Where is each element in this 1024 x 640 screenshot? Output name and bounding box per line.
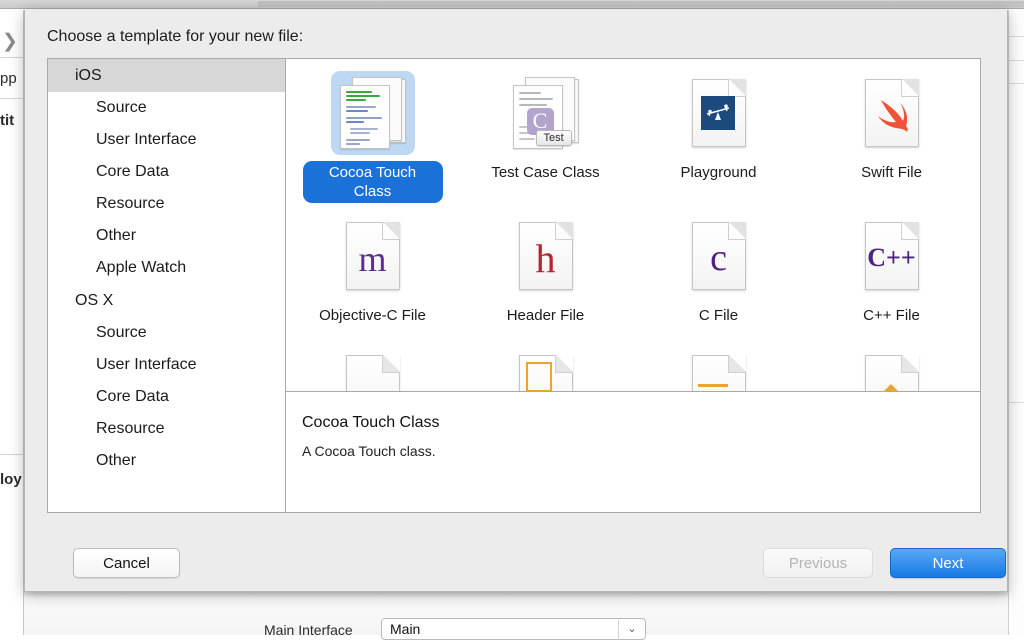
background-divider	[1008, 402, 1024, 403]
document-shape	[519, 355, 573, 392]
template-tile-playground[interactable]: Playground	[632, 69, 805, 212]
sidebar-item-ios-user-interface[interactable]: User Interface	[48, 124, 285, 156]
cpp-file-icon[interactable]: C++	[850, 214, 934, 298]
template-tile-partial[interactable]	[632, 355, 805, 392]
previous-button: Previous	[763, 548, 873, 578]
cocoa-touch-class-icon[interactable]	[331, 71, 415, 155]
header-glyph: h	[520, 239, 572, 279]
template-tile-test-case-class[interactable]: C Test Test Case Class	[459, 69, 632, 212]
test-case-glyph: C Test	[513, 75, 579, 151]
template-tile-label[interactable]: Header File	[498, 304, 594, 327]
document-shape: c	[692, 222, 746, 290]
sheet-drop-shadow	[24, 591, 1008, 598]
sidebar-item-ios-core-data[interactable]: Core Data	[48, 156, 285, 188]
document-shape: h	[519, 222, 573, 290]
test-case-class-icon[interactable]: C Test	[504, 71, 588, 155]
doc-front-layer: C Test	[513, 85, 563, 149]
template-right-column: Cocoa Touch Class	[286, 59, 980, 512]
doc-front-layer	[340, 85, 390, 149]
next-button[interactable]: Next	[890, 548, 1006, 578]
template-tile-partial[interactable]	[805, 355, 978, 392]
template-tile-label[interactable]: Objective-C File	[310, 304, 435, 327]
chevron-down-icon: ⌄	[625, 622, 639, 636]
template-tile-partial[interactable]	[459, 355, 632, 392]
header-file-icon[interactable]: h	[504, 214, 588, 298]
sidebar-item-ios-apple-watch[interactable]: Apple Watch	[48, 252, 285, 284]
background-chevron-icon: ❯	[2, 30, 26, 53]
document-shape	[865, 79, 919, 147]
sidebar-group-osx[interactable]: OS X	[48, 284, 285, 317]
template-tile-label[interactable]: C File	[690, 304, 747, 327]
sidebar-item-osx-user-interface[interactable]: User Interface	[48, 349, 285, 381]
background-divider	[1008, 60, 1024, 61]
cancel-button[interactable]: Cancel	[73, 548, 180, 578]
document-shape	[865, 355, 919, 392]
sidebar-item-osx-resource[interactable]: Resource	[48, 413, 285, 445]
background-right-panel	[1008, 10, 1024, 635]
document-shape	[692, 355, 746, 392]
new-file-template-dialog: Choose a template for your new file: iOS…	[24, 10, 1008, 592]
template-grid-row-clipped[interactable]	[286, 355, 980, 392]
description-title: Cocoa Touch Class	[302, 414, 980, 432]
main-interface-label: Main Interface	[264, 622, 353, 638]
c-file-icon[interactable]: c	[677, 214, 761, 298]
background-divider	[1008, 83, 1024, 84]
playground-icon[interactable]	[677, 71, 761, 155]
template-grid-row: m Objective-C File h Header File	[286, 212, 980, 355]
c-glyph: c	[693, 239, 745, 277]
sidebar-item-osx-core-data[interactable]: Core Data	[48, 381, 285, 413]
background-window-titlebar	[0, 0, 1024, 9]
sidebar-group-ios[interactable]: iOS	[48, 59, 285, 92]
sidebar-item-osx-source[interactable]: Source	[48, 317, 285, 349]
template-tile-partial[interactable]	[286, 355, 459, 392]
background-divider	[0, 454, 24, 455]
sidebar-item-ios-resource[interactable]: Resource	[48, 188, 285, 220]
background-left-panel: ❯ pp tit loy	[0, 10, 24, 635]
objc-glyph: m	[347, 241, 399, 277]
dialog-title: Choose a template for your new file:	[47, 28, 303, 46]
test-chip-label: Test	[536, 130, 572, 146]
template-tile-swift-file[interactable]: Swift File	[805, 69, 978, 212]
template-tile-c-file[interactable]: c C File	[632, 212, 805, 355]
template-chooser-frame: iOS Source User Interface Core Data Reso…	[47, 58, 981, 513]
swift-bird-glyph	[874, 94, 912, 134]
cpp-glyph: C++	[866, 245, 918, 271]
background-divider	[0, 57, 24, 58]
background-divider	[1008, 36, 1024, 37]
sidebar-item-osx-other[interactable]: Other	[48, 445, 285, 477]
template-tile-label[interactable]: C++ File	[854, 304, 929, 327]
template-tile-label[interactable]: Swift File	[852, 161, 931, 184]
template-grid[interactable]: Cocoa Touch Class	[286, 59, 980, 392]
template-tile-label[interactable]: Test Case Class	[482, 161, 608, 184]
template-grid-row: Cocoa Touch Class	[286, 69, 980, 212]
objective-c-file-icon[interactable]: m	[331, 214, 415, 298]
dropdown-separator	[618, 620, 619, 640]
template-tile-cpp-file[interactable]: C++ C++ File	[805, 212, 978, 355]
background-title-label-fragment: tit	[0, 112, 24, 129]
document-shape: C++	[865, 222, 919, 290]
description-body: A Cocoa Touch class.	[302, 443, 980, 459]
template-tile-header-file[interactable]: h Header File	[459, 212, 632, 355]
seesaw-svg	[705, 103, 731, 123]
swift-file-icon[interactable]	[850, 71, 934, 155]
template-tile-objective-c-file[interactable]: m Objective-C File	[286, 212, 459, 355]
template-tile-label[interactable]: Cocoa Touch Class	[303, 161, 443, 203]
template-tile-label[interactable]: Playground	[672, 161, 766, 184]
sidebar-item-ios-other[interactable]: Other	[48, 220, 285, 252]
platform-sidebar[interactable]: iOS Source User Interface Core Data Reso…	[48, 59, 286, 512]
stacked-source-files-glyph	[340, 75, 406, 151]
playground-seesaw-glyph	[701, 96, 735, 130]
background-app-label-fragment: pp	[0, 70, 24, 87]
titlebar-toolbar-strip	[258, 1, 1024, 7]
template-tile-cocoa-touch-class[interactable]: Cocoa Touch Class	[286, 69, 459, 212]
template-description-pane: Cocoa Touch Class A Cocoa Touch class.	[286, 392, 980, 512]
background-divider	[0, 98, 24, 99]
document-shape	[346, 355, 400, 392]
document-shape	[692, 79, 746, 147]
document-shape: m	[346, 222, 400, 290]
main-interface-dropdown[interactable]: Main ⌄	[381, 618, 646, 640]
background-deployment-label-fragment: loy	[0, 471, 24, 488]
sidebar-item-ios-source[interactable]: Source	[48, 92, 285, 124]
